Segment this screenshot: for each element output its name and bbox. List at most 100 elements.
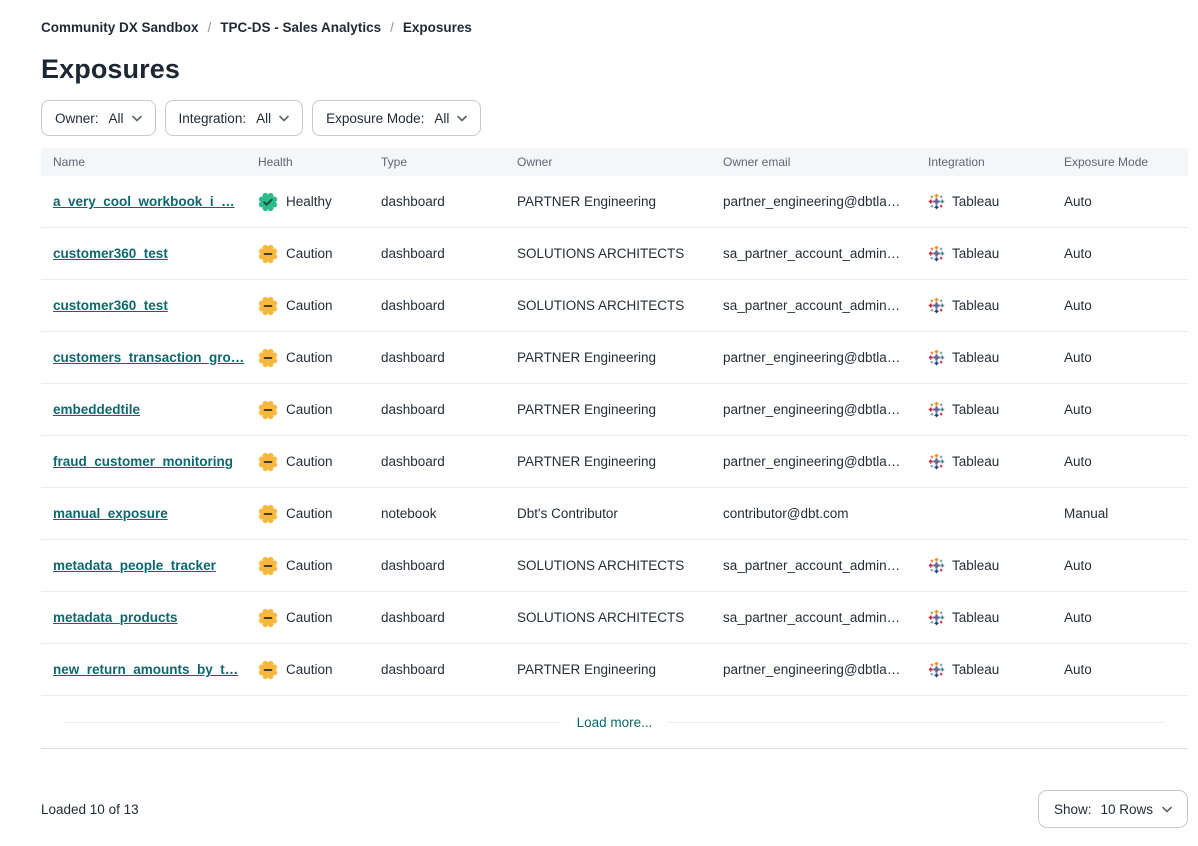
- exposure-name-link[interactable]: customers_transaction_gro…: [53, 350, 244, 365]
- table-row: customer360_test Caution dashboard SOLUT…: [41, 280, 1188, 332]
- table-row: customers_transaction_gro… Caution dashb…: [41, 332, 1188, 384]
- table-footer: Loaded 10 of 13 Show: 10 Rows: [41, 790, 1188, 828]
- integration-label: Tableau: [952, 454, 999, 469]
- filter-value: All: [434, 111, 449, 126]
- integration-label: Tableau: [952, 558, 999, 573]
- breadcrumb-item-project[interactable]: Community DX Sandbox: [41, 20, 199, 35]
- integration-label: Tableau: [952, 298, 999, 313]
- owner-cell: PARTNER Engineering: [517, 402, 723, 417]
- table-header-row: Name Health Type Owner Owner email Integ…: [41, 148, 1188, 176]
- show-value: 10 Rows: [1100, 802, 1153, 817]
- integration-label: Tableau: [952, 662, 999, 677]
- filter-label: Integration:: [179, 111, 247, 126]
- integration-cell: Tableau: [928, 661, 1064, 678]
- exposure-mode-cell: Auto: [1064, 402, 1188, 417]
- exposure-mode-cell: Manual: [1064, 506, 1188, 521]
- owner-cell: PARTNER Engineering: [517, 350, 723, 365]
- caution-seal-icon: [258, 608, 278, 628]
- owner-cell: SOLUTIONS ARCHITECTS: [517, 298, 723, 313]
- exposure-name-link[interactable]: embeddedtile: [53, 402, 140, 417]
- exposure-mode-cell: Auto: [1064, 454, 1188, 469]
- page-title: Exposures: [41, 54, 1188, 85]
- table-row: fraud_customer_monitoring Caution dashbo…: [41, 436, 1188, 488]
- exposure-name-link[interactable]: new_return_amounts_by_t…: [53, 662, 238, 677]
- owner-cell: SOLUTIONS ARCHITECTS: [517, 246, 723, 261]
- type-cell: dashboard: [381, 298, 517, 313]
- caution-seal-icon: [258, 296, 278, 316]
- caution-seal-icon: [258, 244, 278, 264]
- tableau-icon: [928, 453, 945, 470]
- tableau-icon: [928, 297, 945, 314]
- filter-value: All: [256, 111, 271, 126]
- integration-label: Tableau: [952, 402, 999, 417]
- health-label: Caution: [286, 662, 333, 677]
- owner-email-cell: sa_partner_account_admin…: [723, 298, 928, 313]
- health-label: Caution: [286, 246, 333, 261]
- show-label: Show:: [1054, 802, 1092, 817]
- filter-value: All: [109, 111, 124, 126]
- integration-cell: Tableau: [928, 401, 1064, 418]
- owner-email-cell: sa_partner_account_admin…: [723, 246, 928, 261]
- table-row: embeddedtile Caution dashboard PARTNER E…: [41, 384, 1188, 436]
- column-header-name: Name: [53, 155, 258, 169]
- tableau-icon: [928, 193, 945, 210]
- filter-bar: Owner:All Integration: All Exposure Mode:…: [41, 100, 1188, 136]
- integration-cell: Tableau: [928, 245, 1064, 262]
- owner-cell: SOLUTIONS ARCHITECTS: [517, 610, 723, 625]
- health-label: Caution: [286, 350, 333, 365]
- breadcrumb-separator: /: [390, 20, 394, 35]
- breadcrumb-separator: /: [208, 20, 212, 35]
- owner-filter-dropdown[interactable]: Owner:All: [41, 100, 156, 136]
- load-more-row: Load more...: [41, 696, 1188, 749]
- owner-email-cell: contributor@dbt.com: [723, 506, 928, 521]
- breadcrumb-item-exposures: Exposures: [403, 20, 472, 35]
- column-header-owner: Owner: [517, 155, 723, 169]
- rows-per-page-dropdown[interactable]: Show: 10 Rows: [1038, 790, 1188, 828]
- health-label: Caution: [286, 454, 333, 469]
- breadcrumb: Community DX Sandbox / TPC-DS - Sales An…: [41, 20, 1188, 35]
- integration-label: Tableau: [952, 610, 999, 625]
- type-cell: dashboard: [381, 454, 517, 469]
- exposures-table: Name Health Type Owner Owner email Integ…: [41, 148, 1188, 749]
- integration-label: Tableau: [952, 194, 999, 209]
- owner-email-cell: partner_engineering@dbtla…: [723, 402, 928, 417]
- type-cell: dashboard: [381, 662, 517, 677]
- tableau-icon: [928, 245, 945, 262]
- health-label: Caution: [286, 610, 333, 625]
- chevron-down-icon: [1162, 806, 1172, 813]
- loaded-count-text: Loaded 10 of 13: [41, 802, 139, 817]
- exposure-mode-cell: Auto: [1064, 662, 1188, 677]
- exposure-name-link[interactable]: customer360_test: [53, 246, 168, 261]
- exposure-mode-cell: Auto: [1064, 610, 1188, 625]
- exposure-name-link[interactable]: manual_exposure: [53, 506, 168, 521]
- integration-filter-dropdown[interactable]: Integration: All: [165, 100, 304, 136]
- integration-label: Tableau: [952, 246, 999, 261]
- caution-seal-icon: [258, 452, 278, 472]
- tableau-icon: [928, 401, 945, 418]
- exposure-mode-cell: Auto: [1064, 246, 1188, 261]
- caution-seal-icon: [258, 556, 278, 576]
- exposure-name-link[interactable]: fraud_customer_monitoring: [53, 454, 233, 469]
- owner-email-cell: sa_partner_account_admin…: [723, 558, 928, 573]
- load-more-link[interactable]: Load more...: [561, 715, 669, 730]
- owner-cell: PARTNER Engineering: [517, 194, 723, 209]
- exposure-mode-filter-dropdown[interactable]: Exposure Mode:All: [312, 100, 481, 136]
- health-label: Caution: [286, 506, 333, 521]
- exposure-mode-cell: Auto: [1064, 558, 1188, 573]
- integration-cell: Tableau: [928, 557, 1064, 574]
- health-label: Caution: [286, 558, 333, 573]
- table-row: new_return_amounts_by_t… Caution dashboa…: [41, 644, 1188, 696]
- breadcrumb-item-environment[interactable]: TPC-DS - Sales Analytics: [220, 20, 381, 35]
- exposure-name-link[interactable]: metadata_people_tracker: [53, 558, 216, 573]
- column-header-health: Health: [258, 155, 381, 169]
- table-row: manual_exposure Caution notebook Dbt's C…: [41, 488, 1188, 540]
- exposure-name-link[interactable]: customer360_test: [53, 298, 168, 313]
- owner-cell: PARTNER Engineering: [517, 662, 723, 677]
- table-body: a_very_cool_workbook_i_… Healthy dashboa…: [41, 176, 1188, 696]
- caution-seal-icon: [258, 348, 278, 368]
- table-row: metadata_products Caution dashboard SOLU…: [41, 592, 1188, 644]
- column-header-integration: Integration: [928, 155, 1064, 169]
- type-cell: dashboard: [381, 194, 517, 209]
- exposure-name-link[interactable]: a_very_cool_workbook_i_…: [53, 194, 235, 209]
- exposure-name-link[interactable]: metadata_products: [53, 610, 178, 625]
